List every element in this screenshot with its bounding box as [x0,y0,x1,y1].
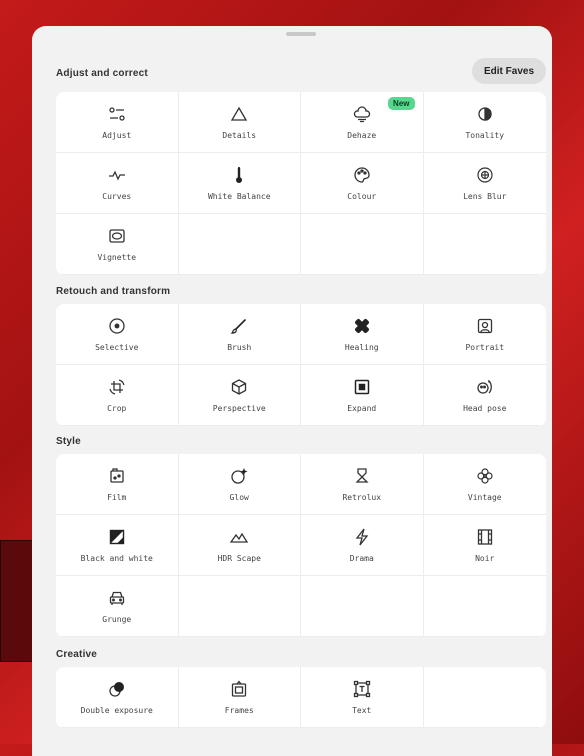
retrolux-icon [351,466,373,486]
glow-icon [228,466,250,486]
film-icon [106,466,128,486]
car-icon [106,588,128,608]
vignette-icon [106,226,128,246]
empty-cell [423,576,546,637]
bandage-icon [351,316,373,336]
drag-handle[interactable] [286,32,316,36]
tool-grunge[interactable]: Grunge [56,576,179,637]
portrait-icon [474,316,496,336]
lens-blur-icon [474,165,496,185]
tool-double-exposure[interactable]: Double exposure [56,667,179,728]
tool-portrait[interactable]: Portrait [423,304,546,365]
mountains-icon [228,527,250,547]
tool-colour[interactable]: Colour [301,153,424,214]
tool-drama[interactable]: Drama [301,515,424,576]
cloud-sun-icon [351,104,373,124]
section-title-retouch: Retouch and transform [56,286,171,297]
black-white-icon [106,527,128,547]
tool-expand[interactable]: Expand [301,365,424,426]
tool-adjust[interactable]: Adjust [56,92,179,153]
head-pose-icon [474,377,496,397]
empty-cell [301,576,424,637]
tool-hdr-scape[interactable]: HDR Scape [178,515,301,576]
tool-dehaze[interactable]: New Dehaze [301,92,424,153]
flower-icon [474,466,496,486]
tool-tonality[interactable]: Tonality [423,92,546,153]
tool-healing[interactable]: Healing [301,304,424,365]
tool-retrolux[interactable]: Retrolux [301,454,424,515]
palette-icon [351,165,373,185]
tool-brush[interactable]: Brush [178,304,301,365]
target-icon [106,316,128,336]
edit-faves-button[interactable]: Edit Faves [472,58,546,84]
section-title-style: Style [56,436,81,447]
tool-black-and-white[interactable]: Black and white [56,515,179,576]
tool-perspective[interactable]: Perspective [178,365,301,426]
tool-vignette[interactable]: Vignette [56,214,179,275]
sliders-icon [106,104,128,124]
double-exposure-icon [106,679,128,699]
curves-icon [106,165,128,185]
brush-icon [228,316,250,336]
empty-cell [178,214,301,275]
tool-selective[interactable]: Selective [56,304,179,365]
tonality-icon [474,104,496,124]
tools-sheet: Adjust and correct Edit Faves Adjust Det… [32,26,552,756]
expand-icon [351,377,373,397]
frame-icon [228,679,250,699]
tool-curves[interactable]: Curves [56,153,179,214]
empty-cell [301,214,424,275]
film-strip-icon [474,527,496,547]
tool-frames[interactable]: Frames [178,667,301,728]
tool-head-pose[interactable]: Head pose [423,365,546,426]
triangle-icon [228,104,250,124]
tool-white-balance[interactable]: White Balance [178,153,301,214]
style-grid: Film Glow Retrolux Vintage Black and whi… [56,454,546,637]
empty-cell [423,214,546,275]
section-title-creative: Creative [56,649,98,660]
creative-grid: Double exposure Frames Text [56,667,546,728]
adjust-grid: Adjust Details New Dehaze Tonality Curve… [56,92,546,275]
tool-details[interactable]: Details [178,92,301,153]
tool-film[interactable]: Film [56,454,179,515]
new-badge: New [388,97,415,110]
tool-crop[interactable]: Crop [56,365,179,426]
section-title-adjust: Adjust and correct [56,68,148,79]
lightning-icon [351,527,373,547]
tool-glow[interactable]: Glow [178,454,301,515]
empty-cell [178,576,301,637]
crop-rotate-icon [106,377,128,397]
text-icon [351,679,373,699]
retouch-grid: Selective Brush Healing Portrait Crop Pe… [56,304,546,426]
tool-vintage[interactable]: Vintage [423,454,546,515]
cube-icon [228,377,250,397]
tool-lens-blur[interactable]: Lens Blur [423,153,546,214]
background-photo-strip [0,540,34,662]
thermometer-icon [228,165,250,185]
tool-noir[interactable]: Noir [423,515,546,576]
empty-cell [423,667,546,728]
tool-text[interactable]: Text [301,667,424,728]
